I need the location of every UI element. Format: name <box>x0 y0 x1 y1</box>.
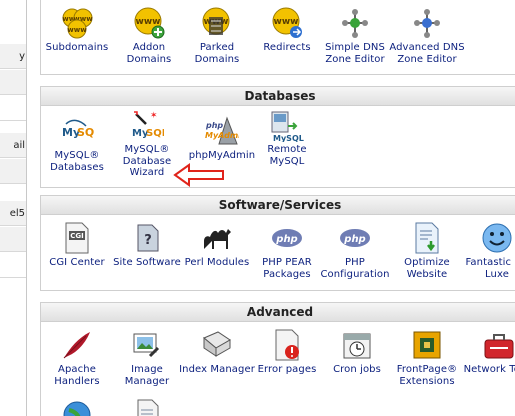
sidebar-item[interactable] <box>0 96 26 121</box>
advanced-row2-item-1[interactable] <box>39 398 115 416</box>
network-tools-icon <box>484 334 514 359</box>
svg-text:php: php <box>275 234 297 245</box>
svg-text:php: php <box>205 121 223 130</box>
cgi-center-link[interactable]: CGI CGI Center <box>39 221 115 269</box>
dns-zone-editor-icon <box>342 9 368 38</box>
mysql-databases-icon: My SQL <box>62 119 94 139</box>
subdomains-link[interactable]: www www www Subdomains <box>39 6 115 54</box>
sidebar-item[interactable] <box>0 70 26 95</box>
svg-text:SQL: SQL <box>77 126 94 139</box>
svg-text:php: php <box>343 234 365 245</box>
perl-camel-icon <box>204 229 231 249</box>
parked-domains-link[interactable]: www Parked Domains <box>179 6 255 65</box>
sidebar-item[interactable]: el5 <box>0 201 26 226</box>
svg-text:www: www <box>136 17 161 27</box>
databases-heading: Databases <box>41 87 515 106</box>
perl-modules-link[interactable]: Perl Modules <box>179 221 255 269</box>
cron-jobs-link[interactable]: Cron jobs <box>319 328 395 376</box>
remote-mysql-icon: MySQL <box>271 111 304 142</box>
index-manager-icon <box>203 331 231 357</box>
advanced-row2-item-2[interactable] <box>109 398 185 416</box>
addon-domains-link[interactable]: www Addon Domains <box>111 6 187 65</box>
optimize-website-link[interactable]: Optimize Website <box>389 221 465 280</box>
apache-handlers-link[interactable]: Apache Handlers <box>39 328 115 387</box>
php-pear-icon: php <box>272 229 302 247</box>
www-subdomains-icon: www www www <box>62 8 93 39</box>
network-tools-link[interactable]: Network Tools <box>461 328 515 376</box>
left-sidebar: y ail el5 <box>0 0 27 416</box>
image-manager-icon <box>133 333 160 358</box>
error-pages-icon <box>275 329 299 361</box>
svg-text:?: ? <box>144 233 152 248</box>
globe-icon <box>63 401 91 416</box>
advanced-heading: Advanced <box>41 303 515 322</box>
php-configuration-link[interactable]: php PHP Configuration <box>317 221 393 280</box>
index-manager-link[interactable]: Index Manager <box>179 328 255 376</box>
remote-mysql-link[interactable]: MySQL Remote MySQL <box>249 108 325 167</box>
apache-feather-icon <box>63 332 90 359</box>
svg-text:CGI: CGI <box>70 232 84 240</box>
advanced-panel: Advanced Apache Handlers Image Manager I… <box>40 302 515 416</box>
software-services-panel: Software/Services CGI CGI Center ? Site … <box>40 195 515 291</box>
cgi-center-icon: CGI <box>65 222 89 254</box>
image-manager-link[interactable]: Image Manager <box>109 328 185 387</box>
redirects-link[interactable]: www Redirects <box>249 6 325 54</box>
cron-jobs-icon <box>343 333 371 359</box>
optimize-website-icon <box>415 222 439 254</box>
svg-text:www: www <box>67 26 87 34</box>
advanced-dns-zone-editor-icon <box>414 9 440 38</box>
domains-panel: www www www Subdomains www Addon Domains… <box>40 0 515 75</box>
sidebar-item[interactable]: ail <box>0 133 26 158</box>
document-icon <box>137 399 159 416</box>
databases-panel: Databases My SQL MySQL® Databases ✶ My S… <box>40 86 515 188</box>
svg-text:MySQL: MySQL <box>273 134 304 142</box>
sidebar-item[interactable]: y <box>0 44 26 69</box>
sidebar-item[interactable] <box>0 253 26 278</box>
error-pages-link[interactable]: Error pages <box>249 328 325 376</box>
www-parked-domains-icon: www <box>202 7 230 35</box>
software-services-heading: Software/Services <box>41 196 515 215</box>
frontpage-extensions-icon <box>413 331 441 359</box>
annotation-arrow-icon <box>173 163 224 187</box>
frontpage-extensions-link[interactable]: FrontPage® Extensions <box>389 328 465 387</box>
www-addon-domains-icon: www <box>134 7 165 39</box>
svg-text:✶: ✶ <box>150 111 158 121</box>
fantastico-smiley-icon <box>482 223 512 253</box>
simple-dns-zone-editor-link[interactable]: Simple DNS Zone Editor <box>317 6 393 65</box>
sidebar-item[interactable] <box>0 227 26 252</box>
advanced-dns-zone-editor-link[interactable]: Advanced DNS Zone Editor <box>389 6 465 65</box>
phpmyadmin-icon: php MyAdmin <box>205 116 239 145</box>
sidebar-item[interactable] <box>0 159 26 184</box>
mysql-databases-link[interactable]: My SQL MySQL® Databases <box>39 114 115 173</box>
fantastico-link[interactable]: Fantastic De Luxe <box>459 221 515 280</box>
svg-text:www: www <box>274 17 299 27</box>
svg-text:SQL: SQL <box>146 128 164 139</box>
site-software-icon: ? <box>137 224 159 252</box>
php-configuration-icon: php <box>340 229 370 247</box>
svg-text:MyAdmin: MyAdmin <box>205 131 239 140</box>
www-redirects-icon: www <box>272 7 302 38</box>
site-software-link[interactable]: ? Site Software <box>109 221 185 269</box>
mysql-wizard-icon: ✶ My SQL <box>132 111 164 139</box>
php-pear-packages-link[interactable]: php PHP PEAR Packages <box>249 221 325 280</box>
